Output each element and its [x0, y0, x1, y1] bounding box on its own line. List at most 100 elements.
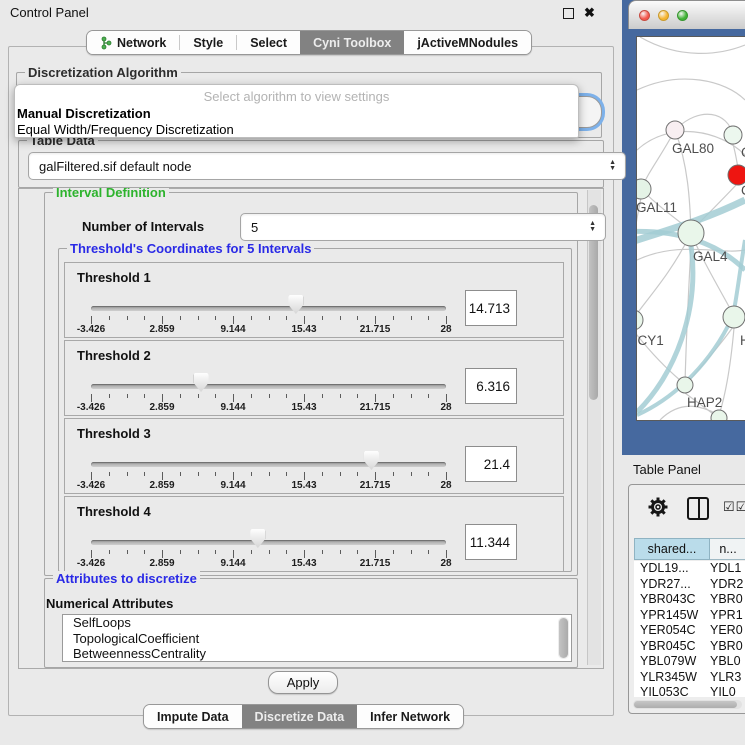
slider-tick — [322, 472, 323, 476]
slider-tick — [411, 472, 412, 476]
zoom-traffic-light-icon[interactable] — [677, 10, 688, 21]
horizontal-scrollbar-thumb[interactable] — [634, 701, 737, 708]
tab-network[interactable]: Network — [87, 31, 179, 54]
apply-button[interactable]: Apply — [268, 671, 338, 694]
tab-discretize-data[interactable]: Discretize Data — [242, 705, 358, 728]
column-header-shared[interactable]: shared... — [634, 538, 710, 560]
network-node-h[interactable] — [723, 306, 745, 328]
threshold-label: Threshold 3 — [77, 426, 151, 441]
cell-name: YLR3 — [710, 670, 745, 686]
threshold-value-field[interactable]: 21.4 — [465, 446, 517, 482]
dropdown-option-equal-width[interactable]: Equal Width/Frequency Discretization — [15, 122, 578, 138]
checkbox-columns-icon[interactable]: ☑☑ — [723, 499, 745, 515]
slider-tick — [286, 394, 287, 398]
attribute-item[interactable]: SelfLoops — [63, 615, 571, 631]
minimize-traffic-light-icon[interactable] — [658, 10, 669, 21]
table-panel-window: ☑☑ shared... n... YDL19...YDL1YDR27...YD… — [628, 484, 745, 714]
slider-tick — [162, 550, 163, 558]
table-row[interactable]: YER054CYER0 — [634, 623, 745, 639]
attribute-item[interactable]: TopologicalCoefficient — [63, 631, 571, 647]
network-node-gal80[interactable] — [666, 121, 684, 139]
slider-track[interactable] — [91, 462, 446, 467]
table-row[interactable]: YDR27...YDR2 — [634, 577, 745, 593]
table-panel-title: Table Panel — [633, 455, 701, 485]
network-node-hap2[interactable] — [677, 377, 693, 393]
slider-track[interactable] — [91, 540, 446, 545]
slider-tick — [446, 472, 447, 480]
network-node[interactable] — [711, 410, 727, 420]
slider-track[interactable] — [91, 306, 446, 311]
threshold-value-field[interactable]: 11.344 — [465, 524, 517, 560]
slider-tick-label: 21.715 — [360, 480, 391, 491]
application-window: Control Panel ✖ NetworkStyleSelectCyni T… — [0, 0, 745, 745]
dropdown-option-manual[interactable]: Manual Discretization — [15, 106, 578, 122]
tab-infer-network[interactable]: Infer Network — [357, 705, 463, 728]
slider-tick-label: 28 — [440, 324, 451, 335]
threshold-value-field[interactable]: 14.713 — [465, 290, 517, 326]
table-row[interactable]: YBR045CYBR0 — [634, 639, 745, 655]
attribute-item[interactable]: BetweennessCentrality — [63, 646, 571, 662]
table-row[interactable]: YBL079WYBL0 — [634, 654, 745, 670]
network-canvas[interactable]: GAL80GACGAL11GAL4GCY1HHAP2 — [637, 37, 745, 420]
column-header-name[interactable]: n... — [710, 538, 745, 560]
horizontal-scrollbar[interactable] — [633, 700, 742, 709]
tab-impute-data[interactable]: Impute Data — [144, 705, 242, 728]
cell-name: YBR0 — [710, 639, 745, 655]
control-panel-titlebar: Control Panel ✖ — [0, 0, 620, 26]
network-node-gal4[interactable] — [678, 220, 704, 246]
tab-style[interactable]: Style — [180, 31, 236, 54]
network-edge — [637, 233, 691, 315]
slider-tick — [215, 472, 216, 476]
cell-shared-name: YLR345W — [634, 670, 710, 686]
float-icon[interactable] — [563, 8, 574, 19]
slider-thumb[interactable] — [288, 295, 303, 314]
tab-select[interactable]: Select — [237, 31, 300, 54]
slider-thumb[interactable] — [250, 529, 265, 548]
slider-tick — [144, 550, 145, 554]
cell-shared-name: YDR27... — [634, 577, 710, 593]
table-row[interactable]: YLR345WYLR3 — [634, 670, 745, 686]
threshold-value-field[interactable]: 6.316 — [465, 368, 517, 404]
close-traffic-light-icon[interactable] — [639, 10, 650, 21]
slider-tick — [446, 394, 447, 402]
slider-track[interactable] — [91, 384, 446, 389]
slider-tick-label: 9.144 — [220, 480, 245, 491]
combo-stepper-icon: ▲▼ — [609, 160, 616, 172]
slider-tick — [127, 394, 128, 398]
slider-thumb[interactable] — [364, 451, 379, 470]
network-node-c[interactable] — [728, 165, 745, 185]
table-row[interactable]: YDL19...YDL1 — [634, 561, 745, 577]
network-node-gcy1[interactable] — [637, 310, 643, 330]
list-scrollbar[interactable] — [558, 617, 569, 659]
table-rows: YDL19...YDL1YDR27...YDR2YBR043CYBR0YPR14… — [634, 561, 745, 697]
slider-tick — [180, 550, 181, 554]
attributes-list[interactable]: SelfLoopsTopologicalCoefficientBetweenne… — [62, 614, 572, 662]
slider-tick — [198, 394, 199, 398]
num-intervals-combobox[interactable]: 5 ▲▼ — [240, 213, 606, 241]
slider-tick — [428, 316, 429, 320]
split-view-icon[interactable] — [687, 497, 709, 520]
slider-tick — [357, 472, 358, 476]
network-node-ga[interactable] — [724, 126, 742, 144]
slider-tick — [198, 550, 199, 554]
table-row[interactable]: YBR043CYBR0 — [634, 592, 745, 608]
cell-name: YDL1 — [710, 561, 745, 577]
thresholds-group-title: Threshold's Coordinates for 5 Intervals — [67, 241, 314, 256]
network-window-titlebar[interactable] — [628, 0, 745, 29]
table-data-combobox[interactable]: galFiltered.sif default node ▲▼ — [28, 152, 626, 180]
cell-shared-name: YIL053C — [634, 685, 710, 697]
slider-tick — [198, 316, 199, 320]
slider-tick — [428, 394, 429, 398]
slider-tick — [251, 394, 252, 398]
slider-tick — [411, 550, 412, 554]
tab-jactivemnodules[interactable]: jActiveMNodules — [404, 31, 531, 54]
table-row[interactable]: YIL053CYIL0 — [634, 685, 745, 697]
table-row[interactable]: YPR145WYPR1 — [634, 608, 745, 624]
close-icon[interactable]: ✖ — [584, 5, 595, 21]
slider-tick-label: 9.144 — [220, 324, 245, 335]
slider-thumb[interactable] — [194, 373, 209, 392]
tab-cyni-toolbox[interactable]: Cyni Toolbox — [300, 31, 404, 54]
slider-tick — [198, 472, 199, 476]
gear-icon[interactable] — [647, 496, 669, 518]
list-scrollbar-thumb[interactable] — [559, 618, 568, 658]
